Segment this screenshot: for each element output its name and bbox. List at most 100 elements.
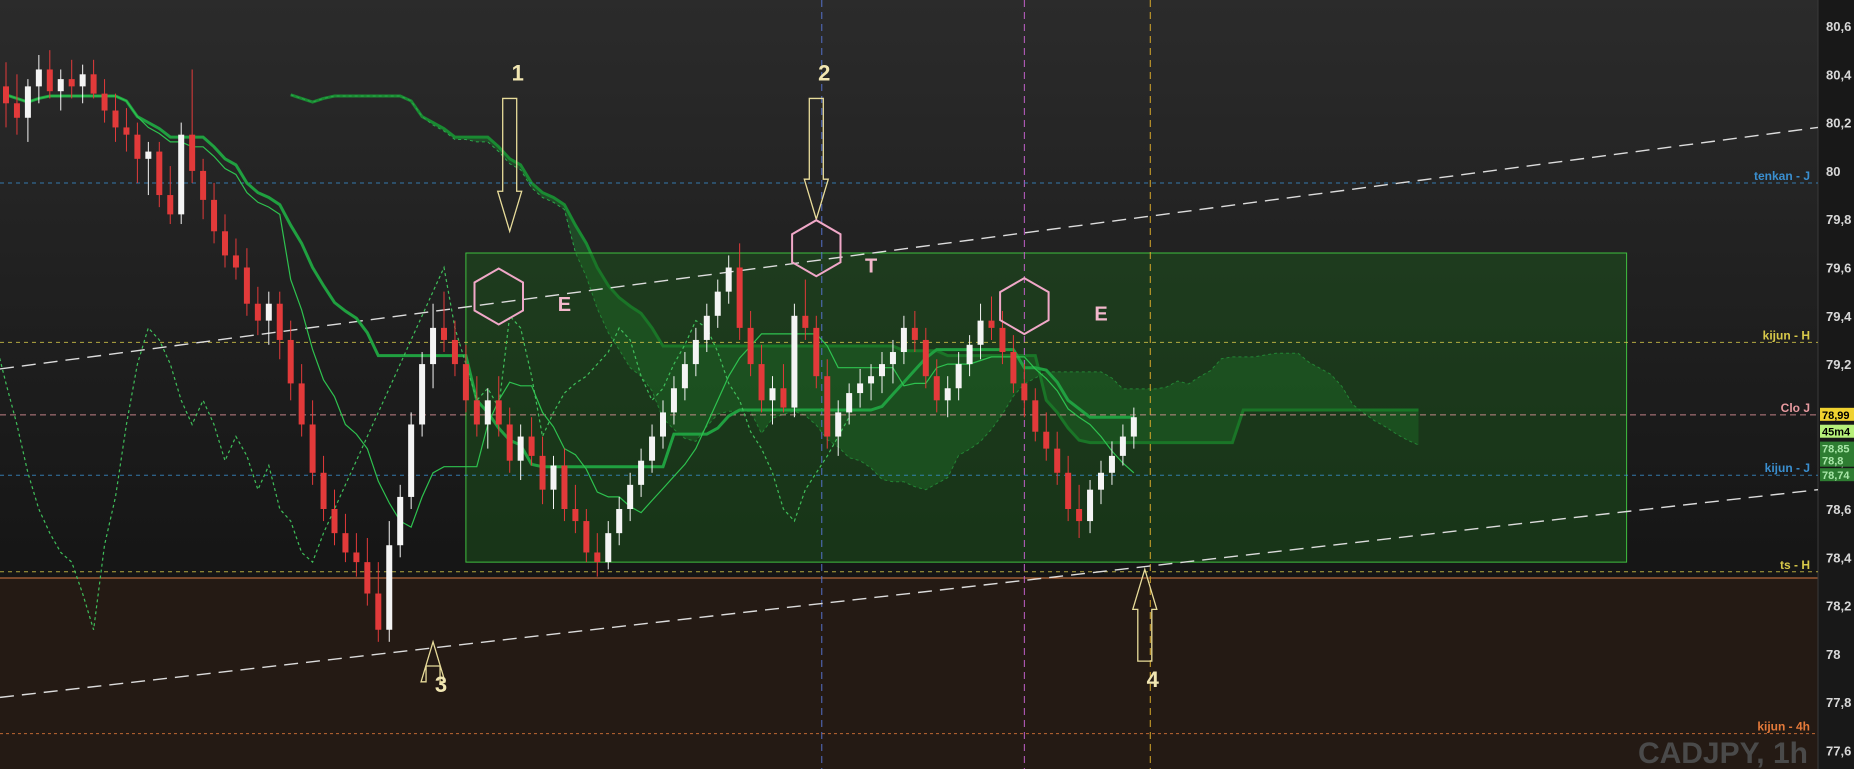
- candle-body: [758, 364, 765, 401]
- candle-body: [868, 376, 875, 384]
- price-badge-label-3: 78,8: [1822, 456, 1843, 468]
- pattern-letter-1: T: [865, 255, 877, 277]
- candle-body: [386, 545, 393, 630]
- candle-body: [638, 460, 645, 485]
- level-label-1: kijun - H: [1763, 328, 1810, 342]
- candle-body: [813, 327, 820, 377]
- level-label-3: kijun - J: [1765, 461, 1810, 475]
- candle-body: [966, 344, 973, 365]
- candle-body: [692, 339, 699, 365]
- candle-body: [462, 364, 469, 401]
- y-tick-label: 80: [1826, 164, 1840, 179]
- candle-body: [331, 509, 338, 534]
- candle-body: [1043, 431, 1050, 449]
- y-tick-label: 78,6: [1826, 502, 1851, 517]
- candle-body: [900, 327, 907, 353]
- consolidation-range-box: [465, 252, 1628, 563]
- candle-body: [1087, 489, 1094, 522]
- level-label-2: Clo J: [1781, 401, 1810, 415]
- candle-body: [1032, 400, 1039, 432]
- candle-body: [539, 455, 546, 490]
- candle-body: [747, 327, 754, 365]
- candle-body: [200, 170, 207, 200]
- candle-body: [561, 465, 568, 509]
- candle-body: [889, 352, 896, 365]
- candle-body: [528, 436, 535, 456]
- candle-body: [660, 412, 666, 437]
- candle-body: [123, 127, 130, 135]
- candle-body: [222, 231, 228, 256]
- candle-body: [397, 496, 404, 546]
- candle-body: [627, 484, 634, 509]
- candle-body: [835, 412, 842, 437]
- y-tick-label: 78,4: [1826, 550, 1852, 565]
- y-tick-label: 78: [1826, 647, 1840, 662]
- candle-body: [276, 303, 283, 340]
- ichimoku-chart[interactable]: tenkan - J kijun - H Clo J kijun - J ts - H k…: [0, 0, 1854, 769]
- candle-body: [922, 339, 929, 377]
- y-tick-label: 79,4: [1826, 309, 1852, 324]
- pattern-letter-2: E: [1094, 304, 1107, 326]
- candle-body: [714, 291, 721, 316]
- candle-body: [342, 533, 349, 553]
- candle-body: [178, 134, 185, 215]
- candle-body: [419, 364, 426, 425]
- y-tick-label: 80,2: [1826, 116, 1851, 131]
- candle-body: [1098, 472, 1104, 490]
- candle-body: [353, 552, 360, 563]
- y-tick-label: 78,2: [1826, 599, 1851, 614]
- pattern-letter-0: E: [558, 294, 571, 316]
- candle-body: [484, 400, 491, 425]
- arrow-label-4: 4: [1147, 667, 1160, 692]
- candle-body: [955, 364, 962, 389]
- candle-body: [112, 110, 119, 128]
- candle-body: [1054, 448, 1061, 473]
- candle-body: [13, 103, 20, 118]
- candle-body: [430, 327, 437, 365]
- candle-body: [156, 151, 163, 196]
- candle-body: [944, 388, 951, 401]
- candle-body: [681, 364, 688, 389]
- candle-body: [320, 472, 327, 509]
- candle-body: [670, 388, 677, 413]
- y-tick-label: 80,6: [1826, 19, 1851, 34]
- candle-body: [189, 134, 196, 171]
- level-label-4: ts - H: [1780, 558, 1810, 572]
- symbol-watermark: CADJPY, 1h: [1638, 737, 1808, 769]
- y-tick-label: 77,8: [1826, 695, 1851, 710]
- candle-body: [594, 552, 601, 563]
- candle-body: [1119, 436, 1126, 456]
- candle-body: [1010, 352, 1017, 384]
- candle-body: [649, 436, 656, 461]
- candle-body: [977, 320, 984, 345]
- candle-body: [791, 315, 798, 408]
- candle-body: [999, 327, 1006, 353]
- candle-body: [780, 388, 787, 408]
- candle-body: [243, 267, 250, 304]
- candle-body: [1108, 455, 1115, 473]
- candle-body: [211, 199, 218, 232]
- candle-body: [79, 74, 86, 87]
- level-label-0: tenkan - J: [1754, 169, 1810, 183]
- candle-body: [375, 593, 382, 630]
- candle-body: [857, 383, 864, 394]
- candle-body: [1065, 472, 1072, 509]
- candle-body: [933, 376, 940, 401]
- candle-body: [167, 195, 174, 215]
- candle-body: [879, 364, 885, 377]
- candle-body: [824, 376, 831, 437]
- candle-body: [24, 86, 31, 118]
- y-tick-label: 79,8: [1826, 212, 1851, 227]
- candle-body: [911, 327, 918, 340]
- candle-body: [616, 509, 623, 534]
- candle-body: [3, 86, 9, 104]
- y-tick-label: 77,6: [1826, 744, 1851, 759]
- candle-body: [1021, 383, 1028, 401]
- price-badge-label-0: 78,99: [1822, 410, 1850, 422]
- candle-body: [1130, 417, 1137, 437]
- candle-body: [605, 533, 612, 563]
- candle-body: [725, 267, 732, 292]
- candle-body: [90, 74, 97, 94]
- candle-body: [57, 79, 64, 92]
- candle-body: [517, 436, 524, 461]
